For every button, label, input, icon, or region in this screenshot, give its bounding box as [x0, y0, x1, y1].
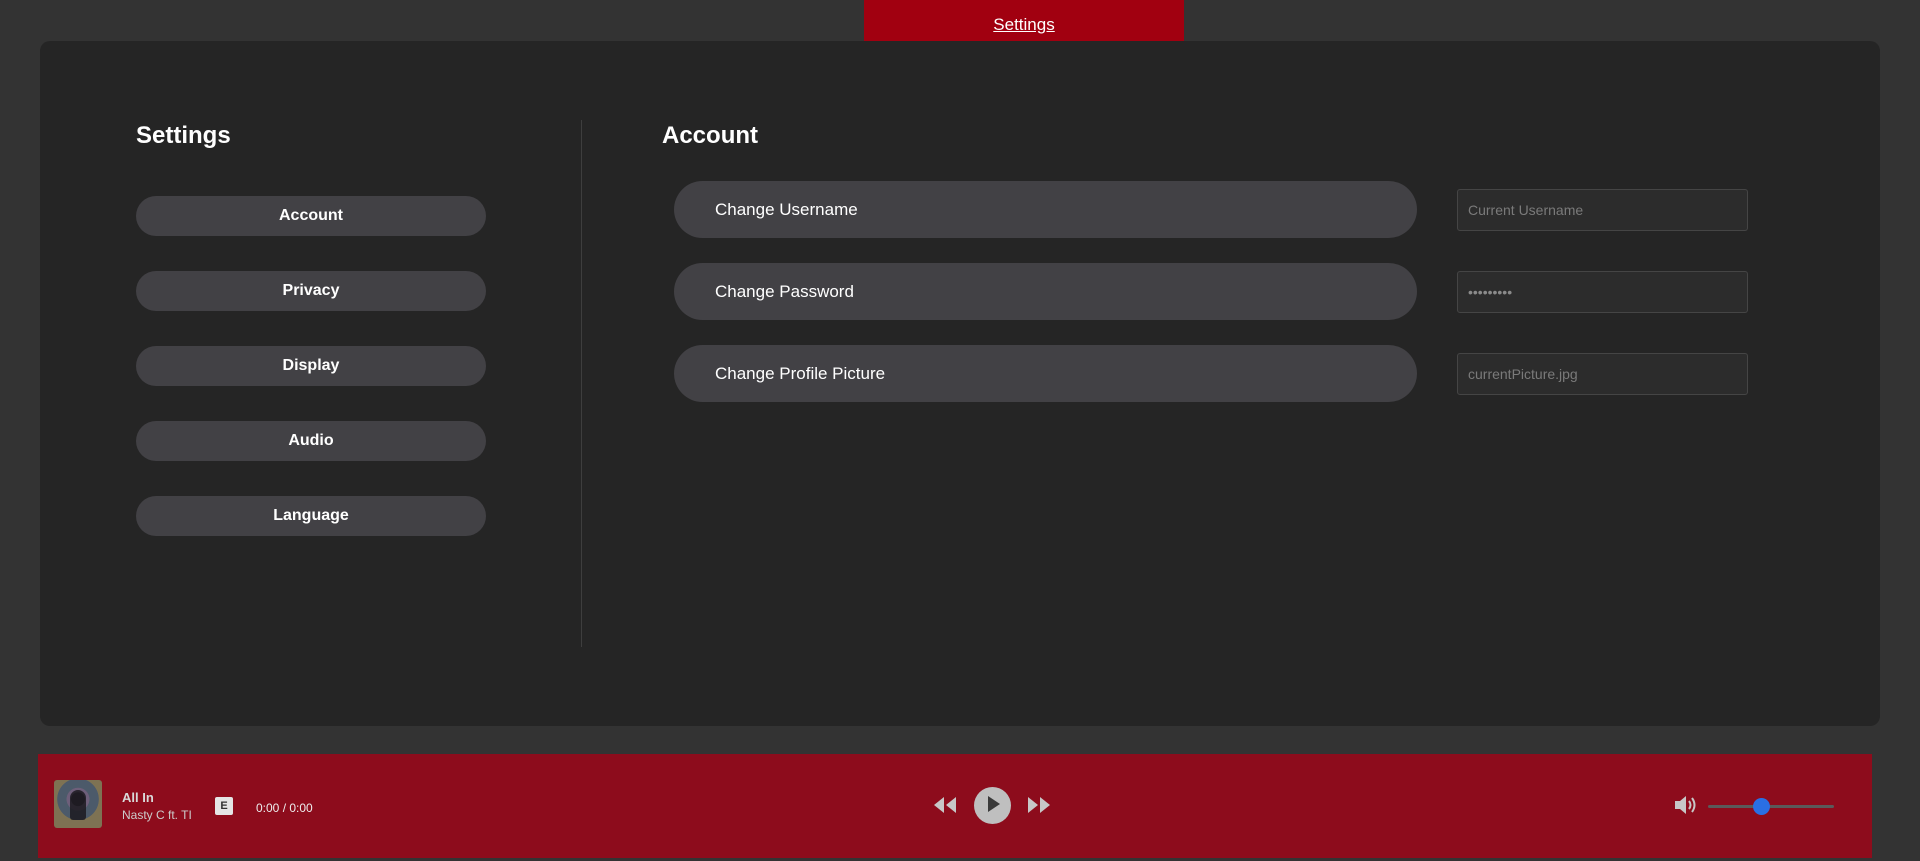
rewind-button[interactable]	[930, 792, 960, 820]
change-password-button[interactable]: Change Password	[674, 263, 1417, 320]
section-divider	[581, 120, 582, 647]
sidebar-item-privacy[interactable]: Privacy	[136, 271, 486, 311]
change-username-button[interactable]: Change Username	[674, 181, 1417, 238]
section-title: Account	[662, 122, 758, 149]
track-artist: Nasty C ft. TI	[122, 808, 192, 822]
volume-slider-thumb[interactable]	[1752, 798, 1770, 815]
sidebar-title: Settings	[136, 122, 231, 149]
change-profile-picture-button[interactable]: Change Profile Picture	[674, 345, 1417, 402]
music-player-bar: All In Nasty C ft. TI E 0:00 / 0:00	[38, 754, 1872, 858]
profile-picture-field[interactable]	[1457, 353, 1748, 395]
sidebar-item-language[interactable]: Language	[136, 496, 486, 536]
username-field[interactable]	[1457, 189, 1748, 231]
password-field[interactable]	[1457, 271, 1748, 313]
album-art	[54, 780, 102, 828]
volume-icon	[1673, 794, 1699, 819]
play-icon	[985, 795, 1001, 816]
sidebar-item-account[interactable]: Account	[136, 196, 486, 236]
play-button[interactable]	[974, 787, 1011, 824]
playback-time: 0:00 / 0:00	[256, 801, 313, 815]
settings-tab-link[interactable]: Settings	[993, 15, 1054, 35]
settings-panel: Settings Account Privacy Display Audio L…	[40, 41, 1880, 726]
explicit-badge: E	[215, 797, 233, 815]
fast-forward-icon	[1026, 795, 1052, 818]
sidebar-item-audio[interactable]: Audio	[136, 421, 486, 461]
sidebar-item-display[interactable]: Display	[136, 346, 486, 386]
track-title: All In	[122, 790, 154, 805]
rewind-icon	[932, 795, 958, 818]
fast-forward-button[interactable]	[1024, 792, 1054, 820]
volume-slider[interactable]	[1708, 798, 1834, 815]
mute-button[interactable]	[1672, 794, 1700, 818]
